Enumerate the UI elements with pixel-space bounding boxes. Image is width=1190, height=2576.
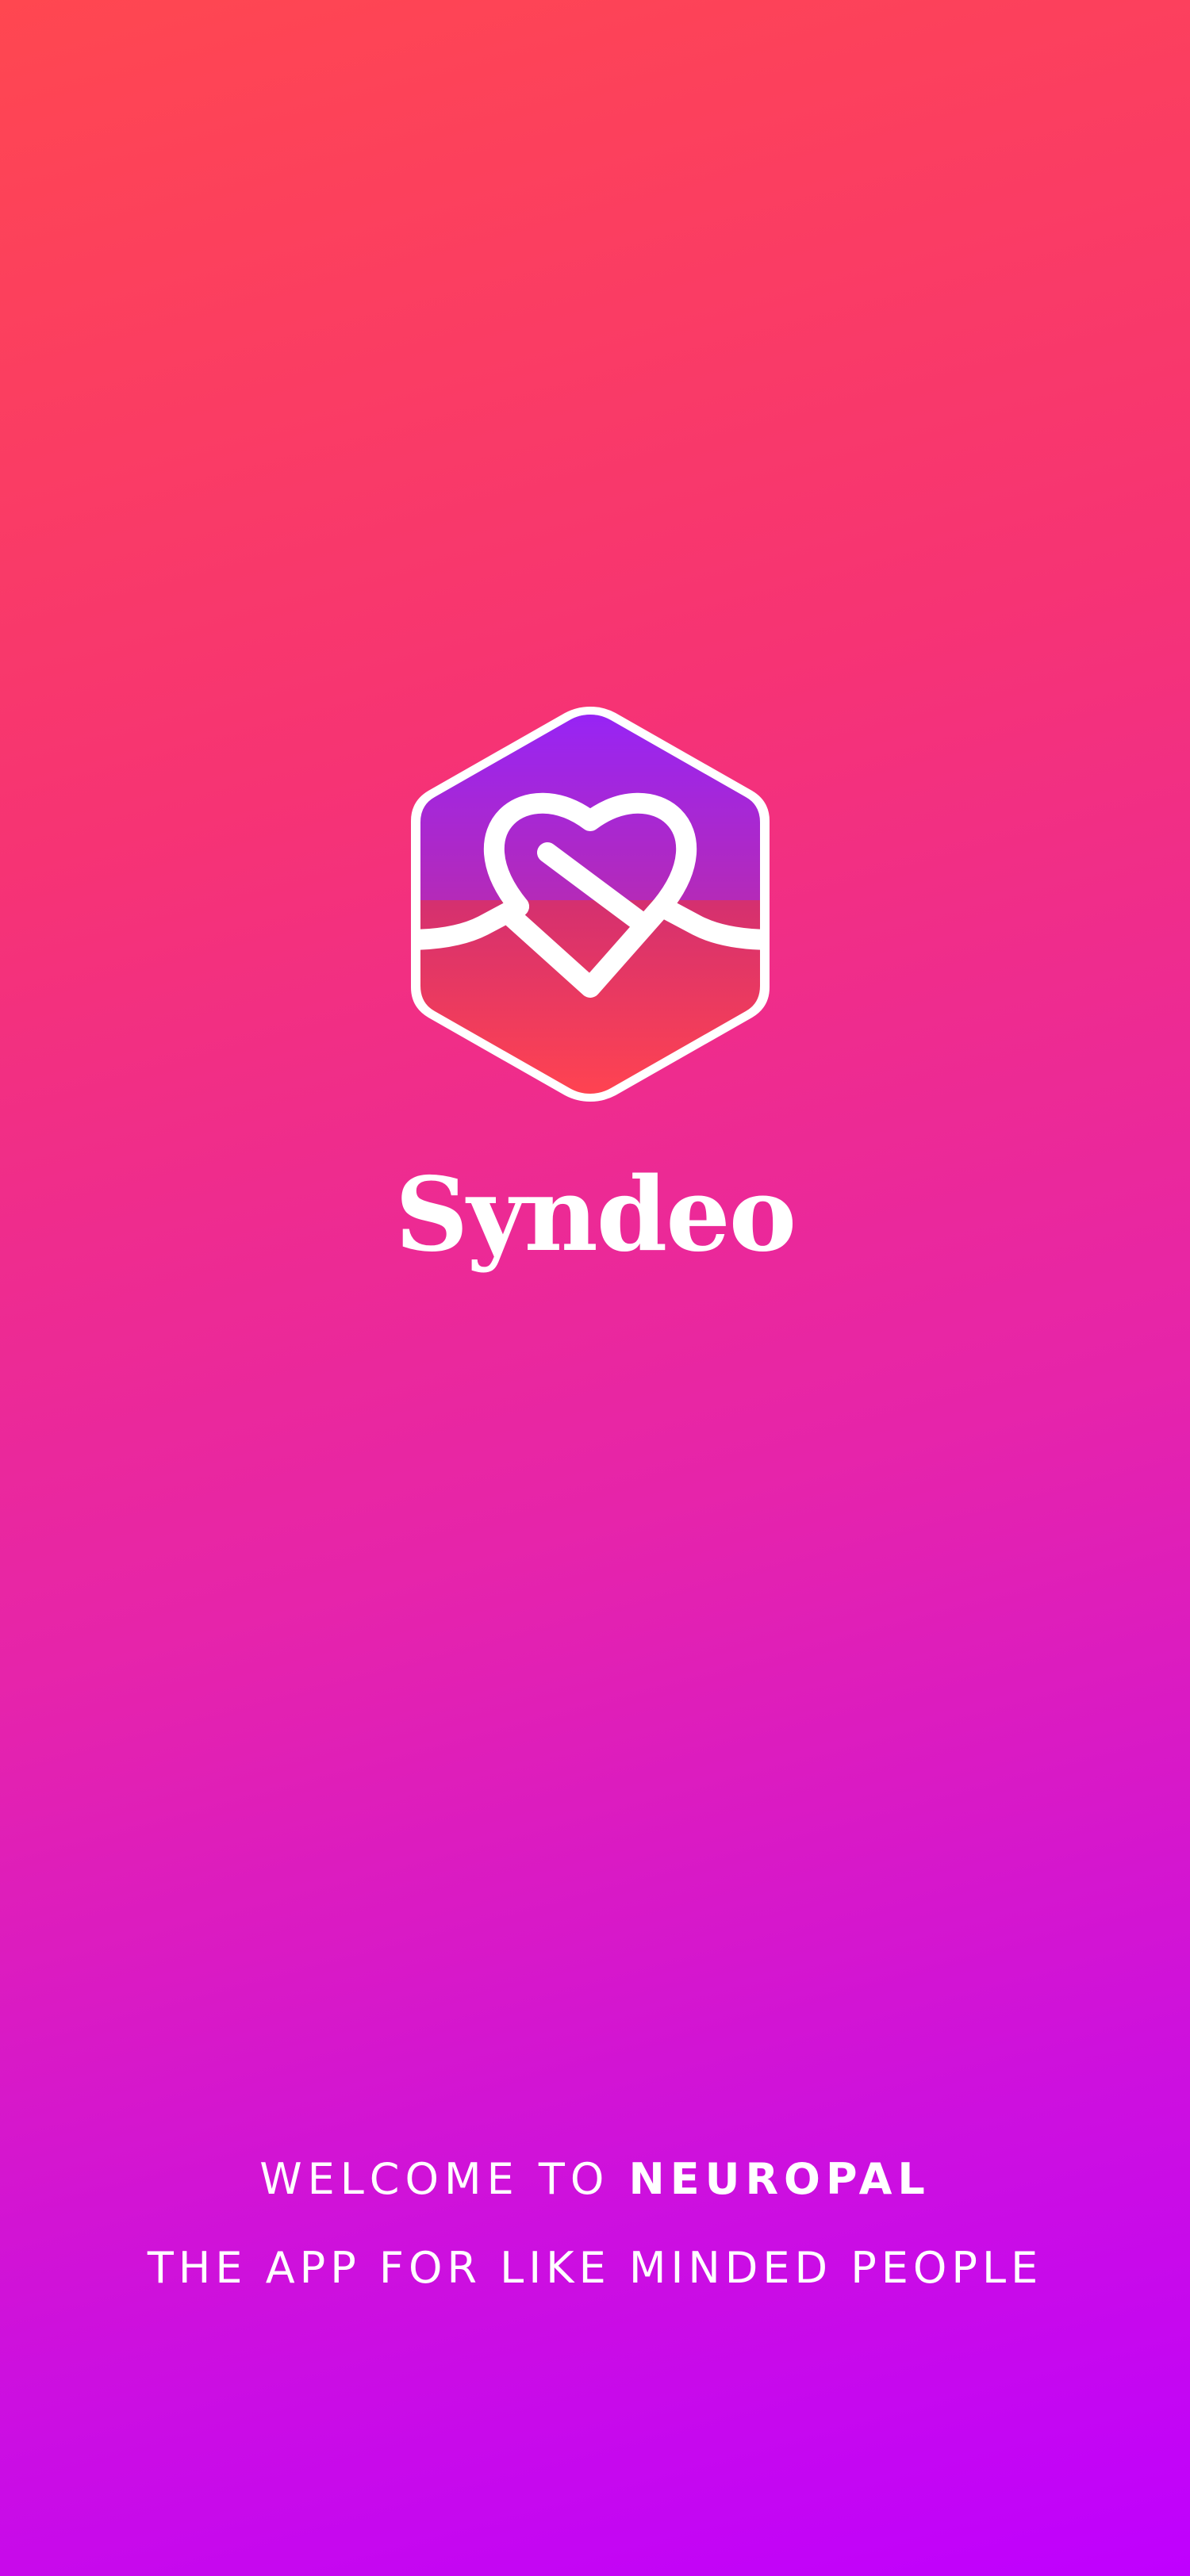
brand-name: Syndeo [394, 1156, 797, 1275]
welcome-heading: WELCOME TO NEUROPAL [0, 2156, 1190, 2202]
app-name: NEUROPAL [628, 2154, 931, 2204]
heart-knot-hexagon-icon [411, 707, 770, 1102]
welcome-prefix: WELCOME TO [259, 2154, 610, 2204]
splash-screen: Syndeo WELCOME TO NEUROPAL THE APP FOR L… [0, 0, 1190, 2576]
app-logo [408, 702, 773, 1106]
tagline: THE APP FOR LIKE MINDED PEOPLE [147, 2243, 1043, 2293]
